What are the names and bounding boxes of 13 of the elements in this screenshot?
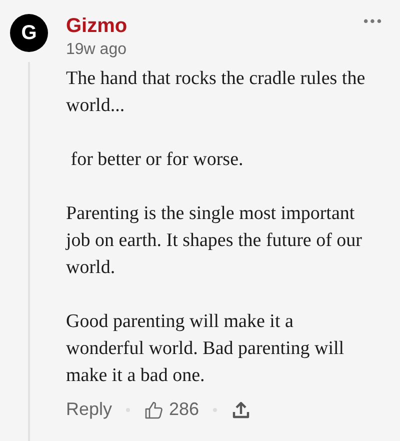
thumbs-up-icon	[144, 400, 164, 420]
author-name[interactable]: Gizmo	[66, 14, 128, 38]
comment-paragraph: for better or for worse.	[70, 148, 244, 172]
comment-paragraph: Parenting is the single most important job on earth. It shapes the future of our world.	[66, 202, 363, 280]
timestamp: 19w ago	[66, 41, 128, 59]
share-button[interactable]	[231, 400, 252, 420]
share-icon	[231, 400, 252, 420]
like-button[interactable]: 286	[144, 399, 200, 420]
more-menu-button[interactable]: •••	[358, 14, 386, 30]
comment-paragraph: Good parenting will make it a wonderful world. Bad parenting will make it a bad one.	[66, 310, 346, 388]
comment-paragraph: The hand that rocks the cradle rules the world...	[66, 67, 366, 118]
reply-button[interactable]: Reply	[66, 399, 112, 420]
avatar: G	[10, 14, 48, 52]
